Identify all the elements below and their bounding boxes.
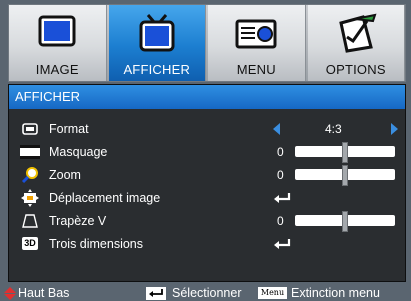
tab-image-label: IMAGE <box>35 62 79 77</box>
footer-nav-hint: Haut Bas <box>18 286 70 300</box>
trapeze-slider[interactable] <box>295 211 395 232</box>
masquage-slider[interactable] <box>295 142 395 163</box>
afficher-panel: AFFICHER Format 4:3 Masquage 0 Zoom 0 Dé… <box>8 84 406 282</box>
row-label: Format <box>49 121 89 136</box>
row-label: Masquage <box>49 144 108 159</box>
tab-options-label: OPTIONS <box>325 62 386 77</box>
zoom-icon <box>19 166 41 184</box>
slider-value: 0 <box>277 213 284 228</box>
projector-icon <box>235 19 277 49</box>
tab-menu-label: MENU <box>236 62 276 77</box>
3d-icon-text: 3D <box>22 237 38 250</box>
menu-row-masquage[interactable]: Masquage 0 <box>9 140 405 163</box>
slider-thumb[interactable] <box>342 211 348 232</box>
up-down-arrow-icon <box>4 287 16 300</box>
enter-icon[interactable] <box>273 192 291 204</box>
menu-row-trois-dimensions[interactable]: 3D Trois dimensions <box>9 232 405 255</box>
slider-value: 0 <box>277 167 284 182</box>
menu-row-deplacement-image[interactable]: Déplacement image <box>9 186 405 209</box>
tab-afficher[interactable]: AFFICHER <box>108 5 206 81</box>
tab-image[interactable]: IMAGE <box>9 5 107 81</box>
pen-paper-icon <box>338 13 377 53</box>
menu-row-zoom[interactable]: Zoom 0 <box>9 163 405 186</box>
footer-hint-bar: Haut Bas Sélectionner Menu Extinction me… <box>0 286 411 301</box>
arrow-left-icon[interactable] <box>273 122 280 135</box>
tab-menu[interactable]: MENU <box>208 5 306 81</box>
menu-row-format[interactable]: Format 4:3 <box>9 117 405 140</box>
footer-select-hint: Sélectionner <box>172 286 242 300</box>
row-label: Trois dimensions <box>49 236 144 251</box>
menu-key-icon: Menu <box>258 287 287 299</box>
row-label: Zoom <box>49 167 81 182</box>
slider-thumb[interactable] <box>342 165 348 186</box>
display-screen-icon <box>139 14 175 52</box>
enter-icon[interactable] <box>273 238 291 250</box>
image-shift-icon <box>19 188 41 207</box>
masking-icon <box>19 143 41 161</box>
slider-thumb[interactable] <box>342 142 348 163</box>
slider-value: 0 <box>277 144 284 159</box>
menu-row-trapeze-v[interactable]: Trapèze V 0 <box>9 209 405 232</box>
enter-key-icon <box>146 287 166 300</box>
zoom-slider[interactable] <box>295 165 395 186</box>
top-tab-bar: IMAGE AFFICHER MENU OPTIONS <box>8 4 406 82</box>
panel-title: AFFICHER <box>9 85 405 109</box>
format-value: 4:3 <box>325 121 342 136</box>
tab-afficher-label: AFFICHER <box>123 62 191 77</box>
footer-exit-hint: Extinction menu <box>291 286 380 300</box>
arrow-right-icon[interactable] <box>391 122 398 135</box>
tab-options[interactable]: OPTIONS <box>307 5 405 81</box>
3d-icon: 3D <box>19 235 41 253</box>
format-icon <box>19 120 41 138</box>
row-label: Déplacement image <box>49 190 161 205</box>
row-label: Trapèze V <box>49 213 107 228</box>
monitor-icon <box>38 15 76 47</box>
keystone-icon <box>19 212 41 230</box>
